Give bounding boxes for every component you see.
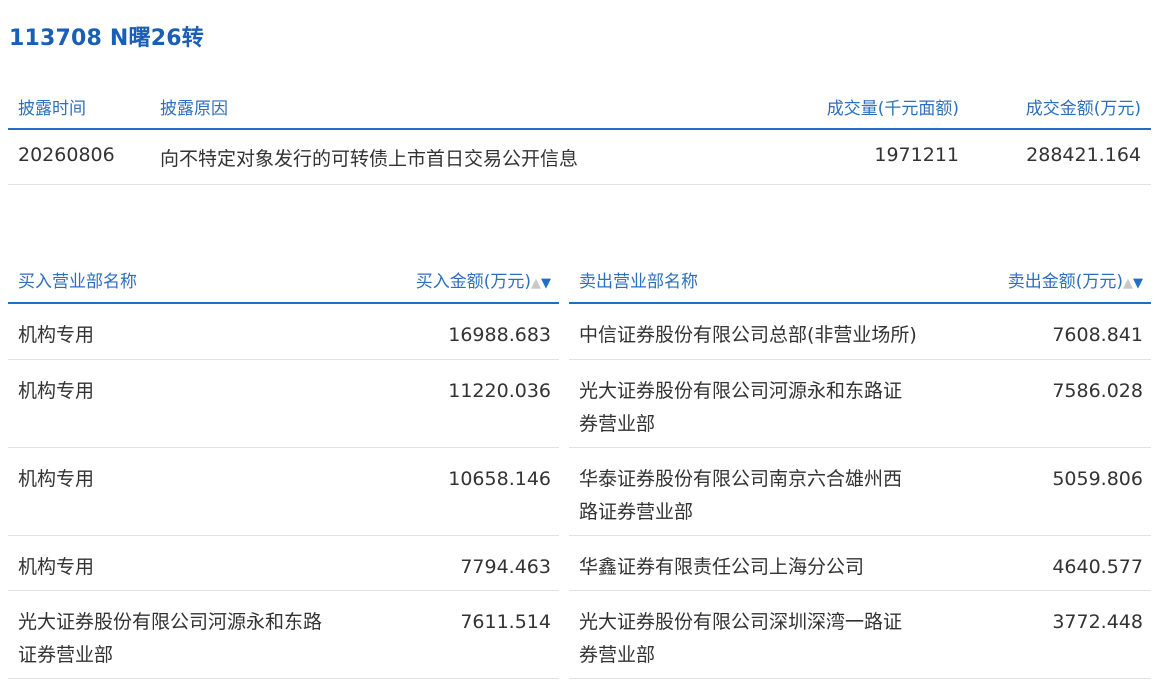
buy-table: 买入营业部名称 买入金额(万元)▲▼ 机构专用 16988.683 机构专用 1…: [8, 256, 559, 679]
sell-broker-name: 光大证券股份有限公司深圳深湾一路证 券营业部: [579, 611, 903, 666]
disclosure-amount: 288421.164: [1026, 144, 1141, 166]
sort-ascending-icon[interactable]: ▲: [1123, 276, 1133, 291]
disclosure-header-row: 披露时间 披露原因 成交量(千元面额) 成交金额(万元): [8, 82, 1151, 130]
sell-broker-name: 光大证券股份有限公司河源永和东路证 券营业部: [579, 380, 903, 435]
sell-amount: 4640.577: [1052, 556, 1143, 578]
sell-table: 卖出营业部名称 卖出金额(万元)▲▼ 中信证券股份有限公司总部(非营业场所) 7…: [569, 256, 1151, 679]
disclosure-row: 20260806 向不特定对象发行的可转债上市首日交易公开信息 1971211 …: [8, 130, 1151, 185]
buy-amount: 7611.514: [460, 611, 551, 633]
disclosure-volume: 1971211: [874, 144, 959, 166]
sell-header-row: 卖出营业部名称 卖出金额(万元)▲▼: [569, 256, 1151, 304]
buy-broker-name: 光大证券股份有限公司河源永和东路 证券营业部: [18, 611, 323, 666]
buy-broker-name: 机构专用: [18, 380, 95, 402]
disclosure-reason: 向不特定对象发行的可转债上市首日交易公开信息: [160, 148, 579, 170]
table-row: 机构专用 10658.146: [8, 448, 559, 536]
table-row: 光大证券股份有限公司河源永和东路证 券营业部 7586.028: [569, 360, 1151, 448]
buy-amount-sort-header[interactable]: 买入金额(万元)▲▼: [416, 267, 551, 292]
disclosure-date: 20260806: [18, 144, 115, 166]
table-row: 光大证券股份有限公司河源永和东路 证券营业部 7611.514: [8, 591, 559, 679]
sell-broker-name: 中信证券股份有限公司总部(非营业场所): [579, 324, 917, 346]
header-disclosure-date: 披露时间: [18, 99, 86, 119]
table-row: 光大证券股份有限公司深圳深湾一路证 券营业部 3772.448: [569, 591, 1151, 679]
table-row: 华鑫证券有限责任公司上海分公司 4640.577: [569, 536, 1151, 591]
sell-broker-name: 华泰证券股份有限公司南京六合雄州西 路证券营业部: [579, 468, 903, 523]
table-row: 机构专用 11220.036: [8, 360, 559, 448]
sort-descending-icon[interactable]: ▼: [541, 276, 551, 291]
table-row: 华泰证券股份有限公司南京六合雄州西 路证券营业部 5059.806: [569, 448, 1151, 536]
table-row: 中信证券股份有限公司总部(非营业场所) 7608.841: [569, 304, 1151, 360]
sell-amount: 7586.028: [1052, 380, 1143, 402]
buy-broker-name: 机构专用: [18, 468, 95, 490]
sort-ascending-icon[interactable]: ▲: [531, 276, 541, 291]
buy-broker-name: 机构专用: [18, 556, 95, 578]
sell-amount-sort-header[interactable]: 卖出金额(万元)▲▼: [1008, 267, 1143, 292]
page-title: 113708 N曙26转: [9, 26, 204, 51]
sell-amount: 7608.841: [1052, 324, 1143, 346]
sort-descending-icon[interactable]: ▼: [1133, 276, 1143, 291]
sell-broker-name: 华鑫证券有限责任公司上海分公司: [579, 556, 865, 578]
sell-amount-header-label: 卖出金额(万元): [1007, 272, 1123, 292]
header-disclosure-reason: 披露原因: [160, 99, 228, 119]
buy-amount: 7794.463: [460, 556, 551, 578]
sell-amount: 5059.806: [1052, 468, 1143, 490]
buy-amount: 11220.036: [448, 380, 551, 402]
sell-name-header: 卖出营业部名称: [579, 272, 698, 292]
buy-amount-header-label: 买入金额(万元): [415, 272, 531, 292]
table-row: 机构专用 7794.463: [8, 536, 559, 591]
disclosure-table: 披露时间 披露原因 成交量(千元面额) 成交金额(万元) 20260806 向不…: [8, 82, 1151, 185]
buy-broker-name: 机构专用: [18, 324, 95, 346]
table-row: 机构专用 16988.683: [8, 304, 559, 360]
buy-name-header: 买入营业部名称: [18, 272, 137, 292]
header-volume: 成交量(千元面额): [826, 99, 959, 119]
header-amount: 成交金额(万元): [1025, 99, 1141, 119]
buy-amount: 10658.146: [448, 468, 551, 490]
buy-header-row: 买入营业部名称 买入金额(万元)▲▼: [8, 256, 559, 304]
sell-amount: 3772.448: [1052, 611, 1143, 633]
buy-amount: 16988.683: [448, 324, 551, 346]
